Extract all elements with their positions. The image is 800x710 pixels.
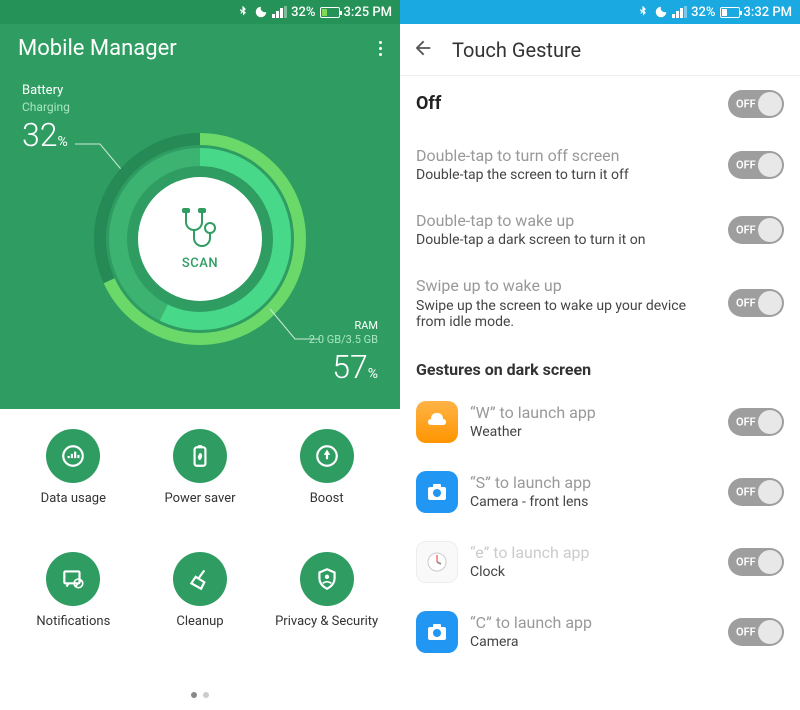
bluetooth-icon xyxy=(236,5,250,19)
data-usage-button[interactable]: Data usage xyxy=(10,429,137,552)
grid-label: Cleanup xyxy=(176,614,223,630)
camera-app-icon xyxy=(416,471,458,513)
setting-sub: Swipe up the screen to wake up your devi… xyxy=(416,298,716,330)
section-header: Gestures on dark screen xyxy=(400,344,800,387)
gesture-c-row[interactable]: “C” to launch app Camera OFF xyxy=(400,597,800,667)
broom-icon xyxy=(187,566,213,592)
grid-label: Boost xyxy=(310,491,344,507)
grid-label: Power saver xyxy=(164,491,235,507)
toggle-switch[interactable]: OFF xyxy=(728,216,784,244)
scan-label: SCAN xyxy=(182,256,218,271)
setting-sub: Double-tap the screen to turn it off xyxy=(416,167,716,183)
bluetooth-icon xyxy=(636,5,650,19)
master-label: Off xyxy=(416,93,716,115)
battery-status: Charging xyxy=(22,100,70,116)
toggle-switch[interactable]: OFF xyxy=(728,289,784,317)
status-battery-pct: 32% xyxy=(691,5,715,20)
battery-label: Battery xyxy=(22,83,70,100)
notification-block-icon xyxy=(60,566,86,592)
moon-icon xyxy=(254,5,268,19)
setting-label: Swipe up to wake up xyxy=(416,276,716,295)
boost-button[interactable]: Boost xyxy=(263,429,390,552)
feature-grid: Data usage Power saver Boost Notificatio… xyxy=(0,409,400,684)
toggle-switch[interactable]: OFF xyxy=(728,90,784,118)
cleanup-button[interactable]: Cleanup xyxy=(137,552,264,675)
app-title: Mobile Manager xyxy=(18,36,177,61)
settings-list: Off OFF Double-tap to turn off screen Do… xyxy=(400,76,800,710)
camera-app-icon xyxy=(416,611,458,653)
page-dot[interactable] xyxy=(203,692,209,698)
ram-detail: 2.0 GB/3.5 GB xyxy=(309,333,378,347)
grid-label: Notifications xyxy=(36,614,110,630)
gesture-sub: Camera xyxy=(470,634,716,650)
gesture-s-row[interactable]: “S” to launch app Camera - front lens OF… xyxy=(400,457,800,527)
gesture-label: “S” to launch app xyxy=(470,473,716,492)
gesture-e-row[interactable]: “e” to launch app Clock OFF xyxy=(400,527,800,597)
setting-swipe-wake[interactable]: Swipe up to wake up Swipe up the screen … xyxy=(400,262,800,343)
settings-header: Touch Gesture xyxy=(400,24,800,76)
scan-button[interactable]: SCAN xyxy=(138,177,262,301)
mobile-manager-screen: 32% 3:25 PM Mobile Manager Battery Charg… xyxy=(0,0,400,710)
ram-value: 57 xyxy=(332,348,368,386)
arrow-left-icon xyxy=(412,37,434,59)
battery-widget: Battery Charging 32% xyxy=(22,83,70,157)
privacy-security-button[interactable]: Privacy & Security xyxy=(263,552,390,675)
page-indicator xyxy=(0,684,400,710)
gesture-label: “e” to launch app xyxy=(470,543,716,562)
status-bar-right: 32% 3:32 PM xyxy=(400,0,800,24)
gesture-w-row[interactable]: “W” to launch app Weather OFF xyxy=(400,387,800,457)
toggle-switch[interactable]: OFF xyxy=(728,548,784,576)
setting-label: Double-tap to turn off screen xyxy=(416,146,716,165)
back-button[interactable] xyxy=(412,37,434,63)
page-dot[interactable] xyxy=(191,692,197,698)
battery-unit: % xyxy=(58,134,68,150)
stethoscope-icon xyxy=(176,208,224,250)
chart-icon xyxy=(60,443,86,469)
status-time: 3:32 PM xyxy=(744,5,793,20)
setting-double-tap-off[interactable]: Double-tap to turn off screen Double-tap… xyxy=(400,132,800,197)
overflow-menu-button[interactable] xyxy=(379,41,382,56)
weather-app-icon xyxy=(416,401,458,443)
battery-leaf-icon xyxy=(187,443,213,469)
touch-gesture-screen: 32% 3:32 PM Touch Gesture Off OFF Double… xyxy=(400,0,800,710)
toggle-switch[interactable]: OFF xyxy=(728,151,784,179)
shield-user-icon xyxy=(314,566,340,592)
power-saver-button[interactable]: Power saver xyxy=(137,429,264,552)
app-header: Mobile Manager xyxy=(0,24,400,69)
gesture-sub: Clock xyxy=(470,564,716,580)
status-bar-left: 32% 3:25 PM xyxy=(0,0,400,24)
signal-icon xyxy=(672,6,687,18)
toggle-switch[interactable]: OFF xyxy=(728,618,784,646)
ram-label: RAM xyxy=(309,319,378,333)
battery-value: 32 xyxy=(22,116,58,154)
setting-label: Double-tap to wake up xyxy=(416,211,716,230)
gesture-sub: Weather xyxy=(470,424,716,440)
setting-double-tap-wake[interactable]: Double-tap to wake up Double-tap a dark … xyxy=(400,197,800,262)
gesture-label: “W” to launch app xyxy=(470,403,716,422)
ram-widget: RAM 2.0 GB/3.5 GB 57% xyxy=(309,319,378,389)
signal-icon xyxy=(272,6,287,18)
toggle-switch[interactable]: OFF xyxy=(728,478,784,506)
grid-label: Privacy & Security xyxy=(275,614,378,630)
battery-icon xyxy=(720,7,740,18)
status-time: 3:25 PM xyxy=(344,5,393,20)
gesture-label: “C” to launch app xyxy=(470,613,716,632)
toggle-switch[interactable]: OFF xyxy=(728,408,784,436)
rocket-icon xyxy=(314,443,340,469)
ram-unit: % xyxy=(368,366,378,382)
battery-icon xyxy=(320,7,340,18)
page-title: Touch Gesture xyxy=(452,38,581,62)
grid-label: Data usage xyxy=(41,491,106,507)
notifications-button[interactable]: Notifications xyxy=(10,552,137,675)
master-toggle-row[interactable]: Off OFF xyxy=(400,76,800,132)
status-hero: Battery Charging 32% SCAN xyxy=(0,69,400,409)
clock-app-icon xyxy=(416,541,458,583)
status-battery-pct: 32% xyxy=(291,5,315,20)
gesture-sub: Camera - front lens xyxy=(470,494,716,510)
moon-icon xyxy=(654,5,668,19)
setting-sub: Double-tap a dark screen to turn it on xyxy=(416,232,716,248)
